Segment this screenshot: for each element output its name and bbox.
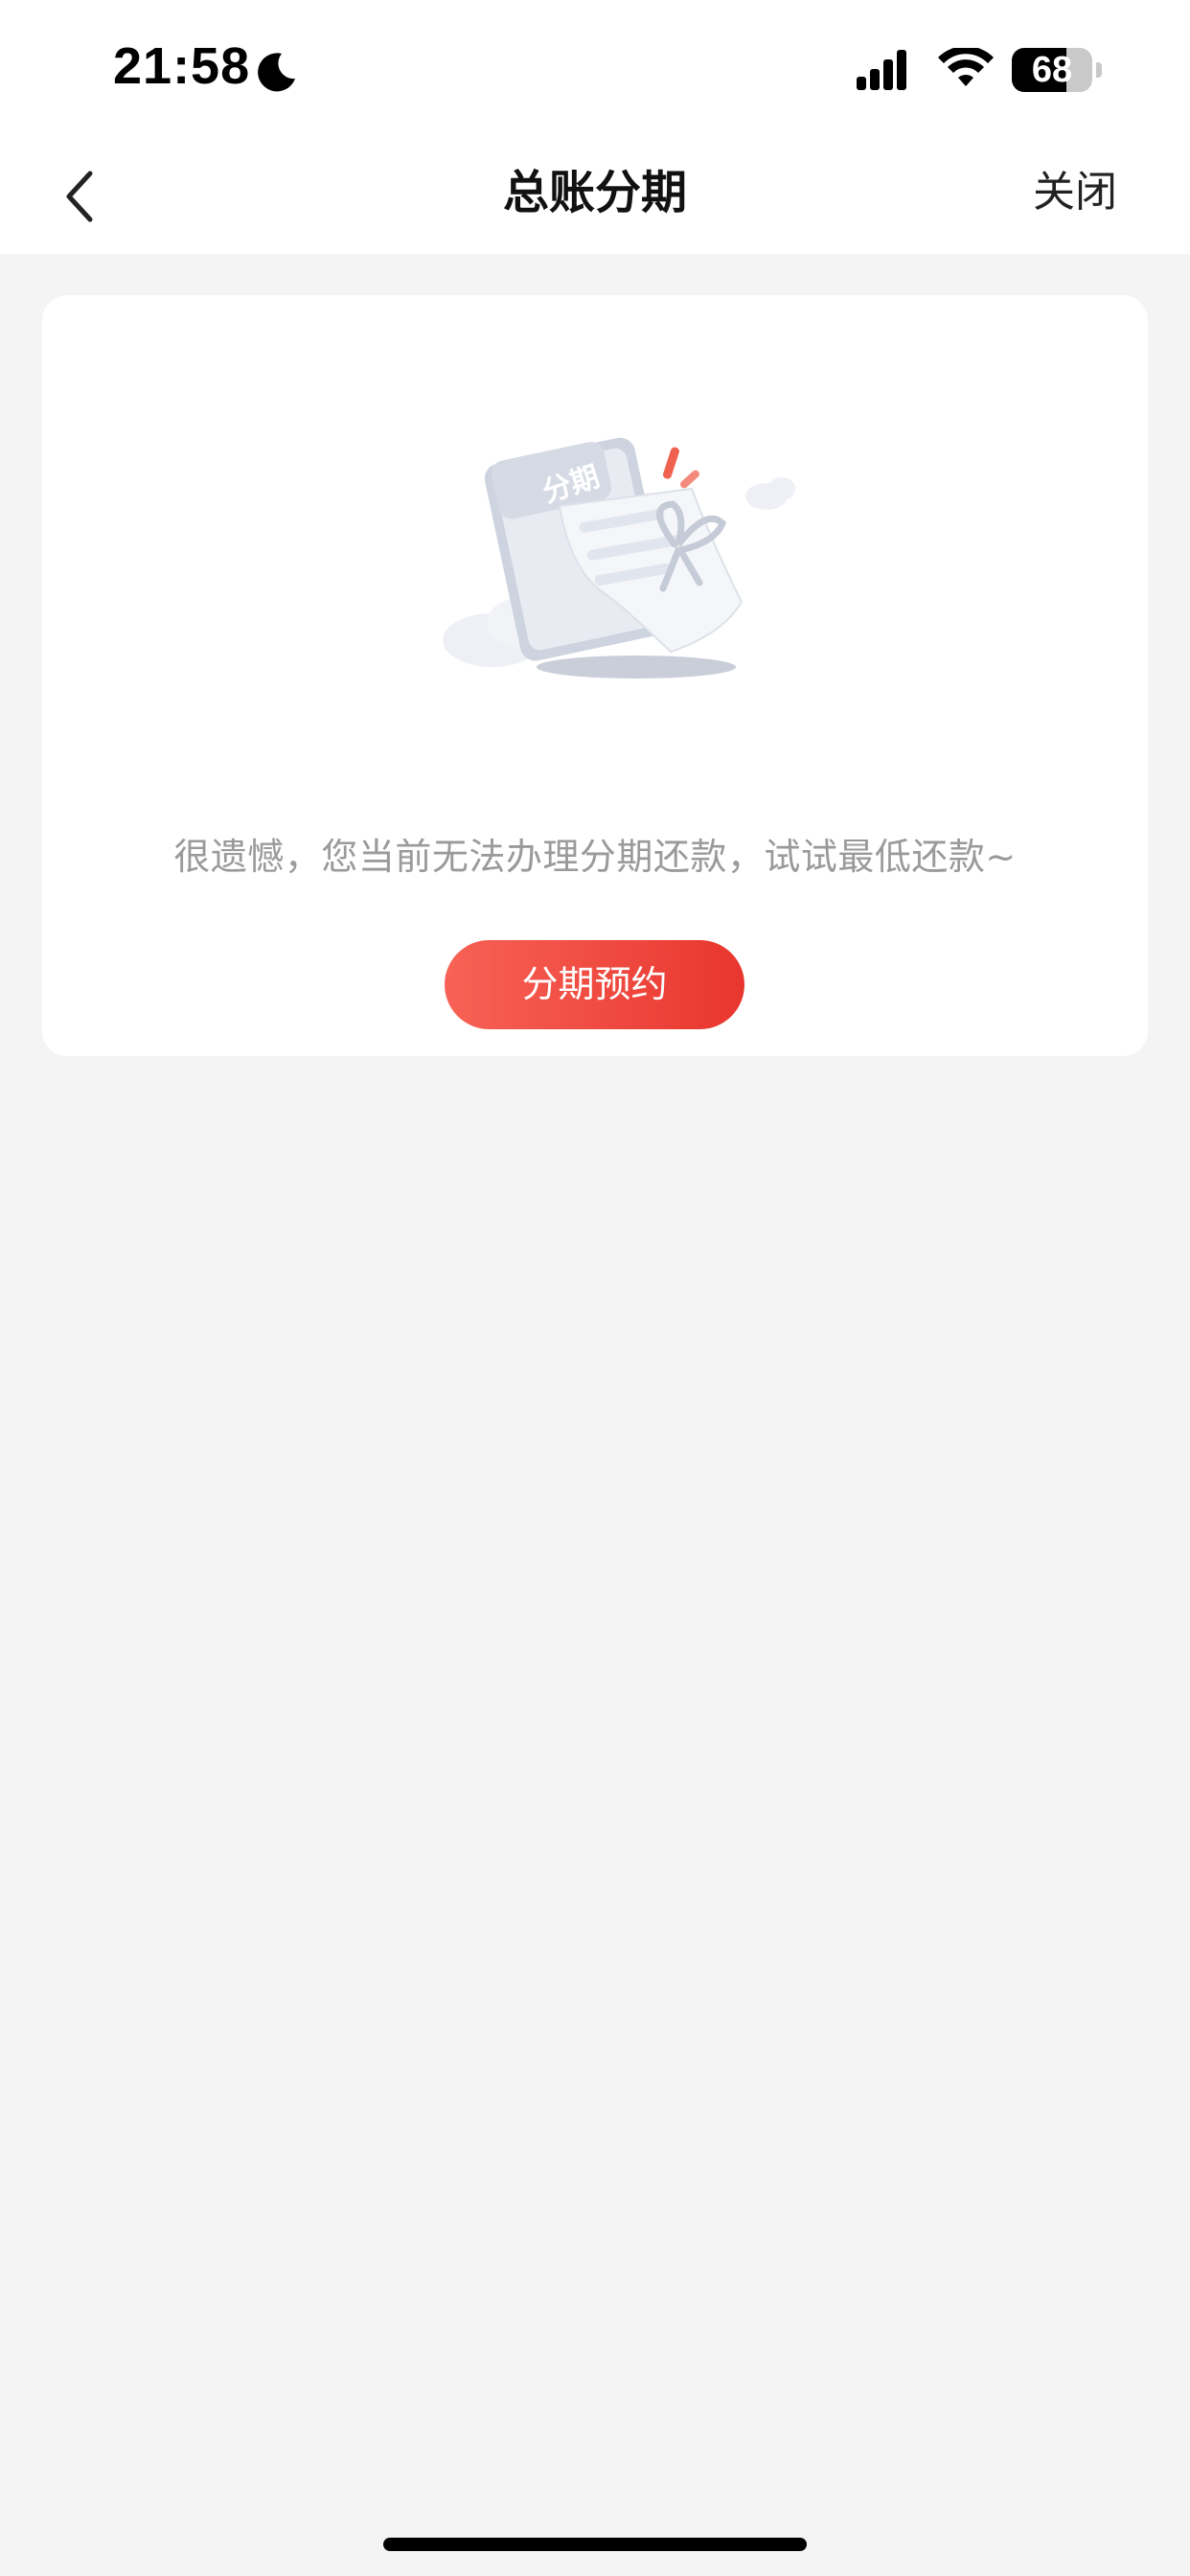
battery-body: 68: [1012, 48, 1092, 92]
page-title: 总账分期: [502, 166, 687, 219]
moon-icon: [258, 53, 295, 92]
signal-icon: [857, 50, 906, 90]
close-button[interactable]: 关闭: [1033, 139, 1117, 254]
installment-card: 分期 很遗憾，您当前无法办理分期还款，试试最低还款~ 分期预约: [42, 295, 1148, 1056]
status-time: 21:58: [113, 37, 251, 95]
nav-bar: 总账分期 关闭: [0, 139, 1190, 254]
battery-percent: 68: [1031, 50, 1073, 90]
unavailable-message: 很遗憾，您当前无法办理分期还款，试试最低还款~: [173, 836, 1017, 878]
battery-cap: [1096, 62, 1102, 78]
wifi-icon: [938, 48, 994, 86]
status-bar: 21:58 68: [0, 0, 1190, 139]
battery-icon: 68: [1012, 48, 1104, 92]
home-indicator[interactable]: [383, 2538, 807, 2551]
installment-document-illustration: 分期: [443, 437, 795, 678]
installment-reservation-button[interactable]: 分期预约: [445, 940, 744, 1029]
